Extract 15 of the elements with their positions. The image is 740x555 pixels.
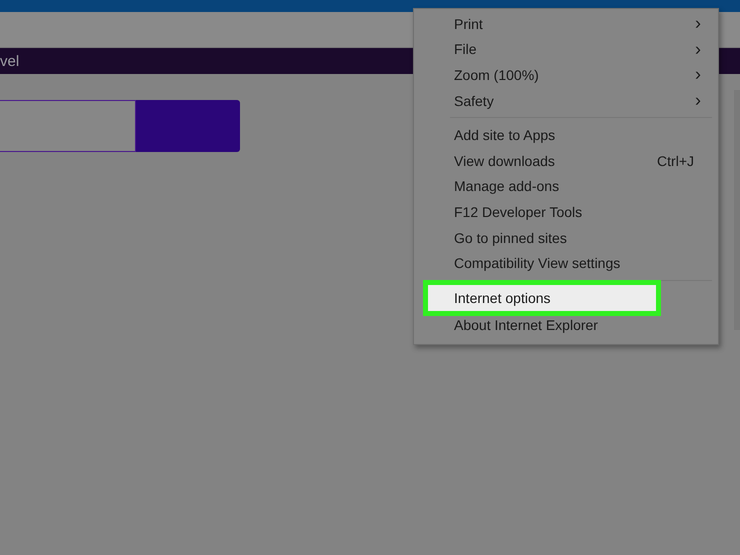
menu-item[interactable]: Compatibility View settings [414, 250, 718, 276]
menu-item[interactable]: F12 Developer Tools [414, 199, 718, 225]
menu-item[interactable]: Go to pinned sites [414, 224, 718, 250]
menu-item[interactable]: View downloads Ctrl+J [414, 148, 718, 174]
menu-item[interactable]: Manage add-ons [414, 174, 718, 200]
menu-item[interactable]: Internet options [428, 284, 656, 311]
menu-item[interactable]: Safety › [414, 88, 718, 114]
search-button[interactable] [136, 100, 240, 152]
menu-item[interactable]: Print › [414, 11, 718, 37]
menu-item[interactable]: Zoom (100%) › [414, 62, 718, 88]
menu-item[interactable]: Add site to Apps [414, 122, 718, 148]
menu-item[interactable]: About Internet Explorer [414, 312, 718, 338]
search-field[interactable] [0, 100, 136, 152]
menu-item[interactable]: File › [414, 36, 718, 62]
banner-title: vel [0, 52, 20, 70]
